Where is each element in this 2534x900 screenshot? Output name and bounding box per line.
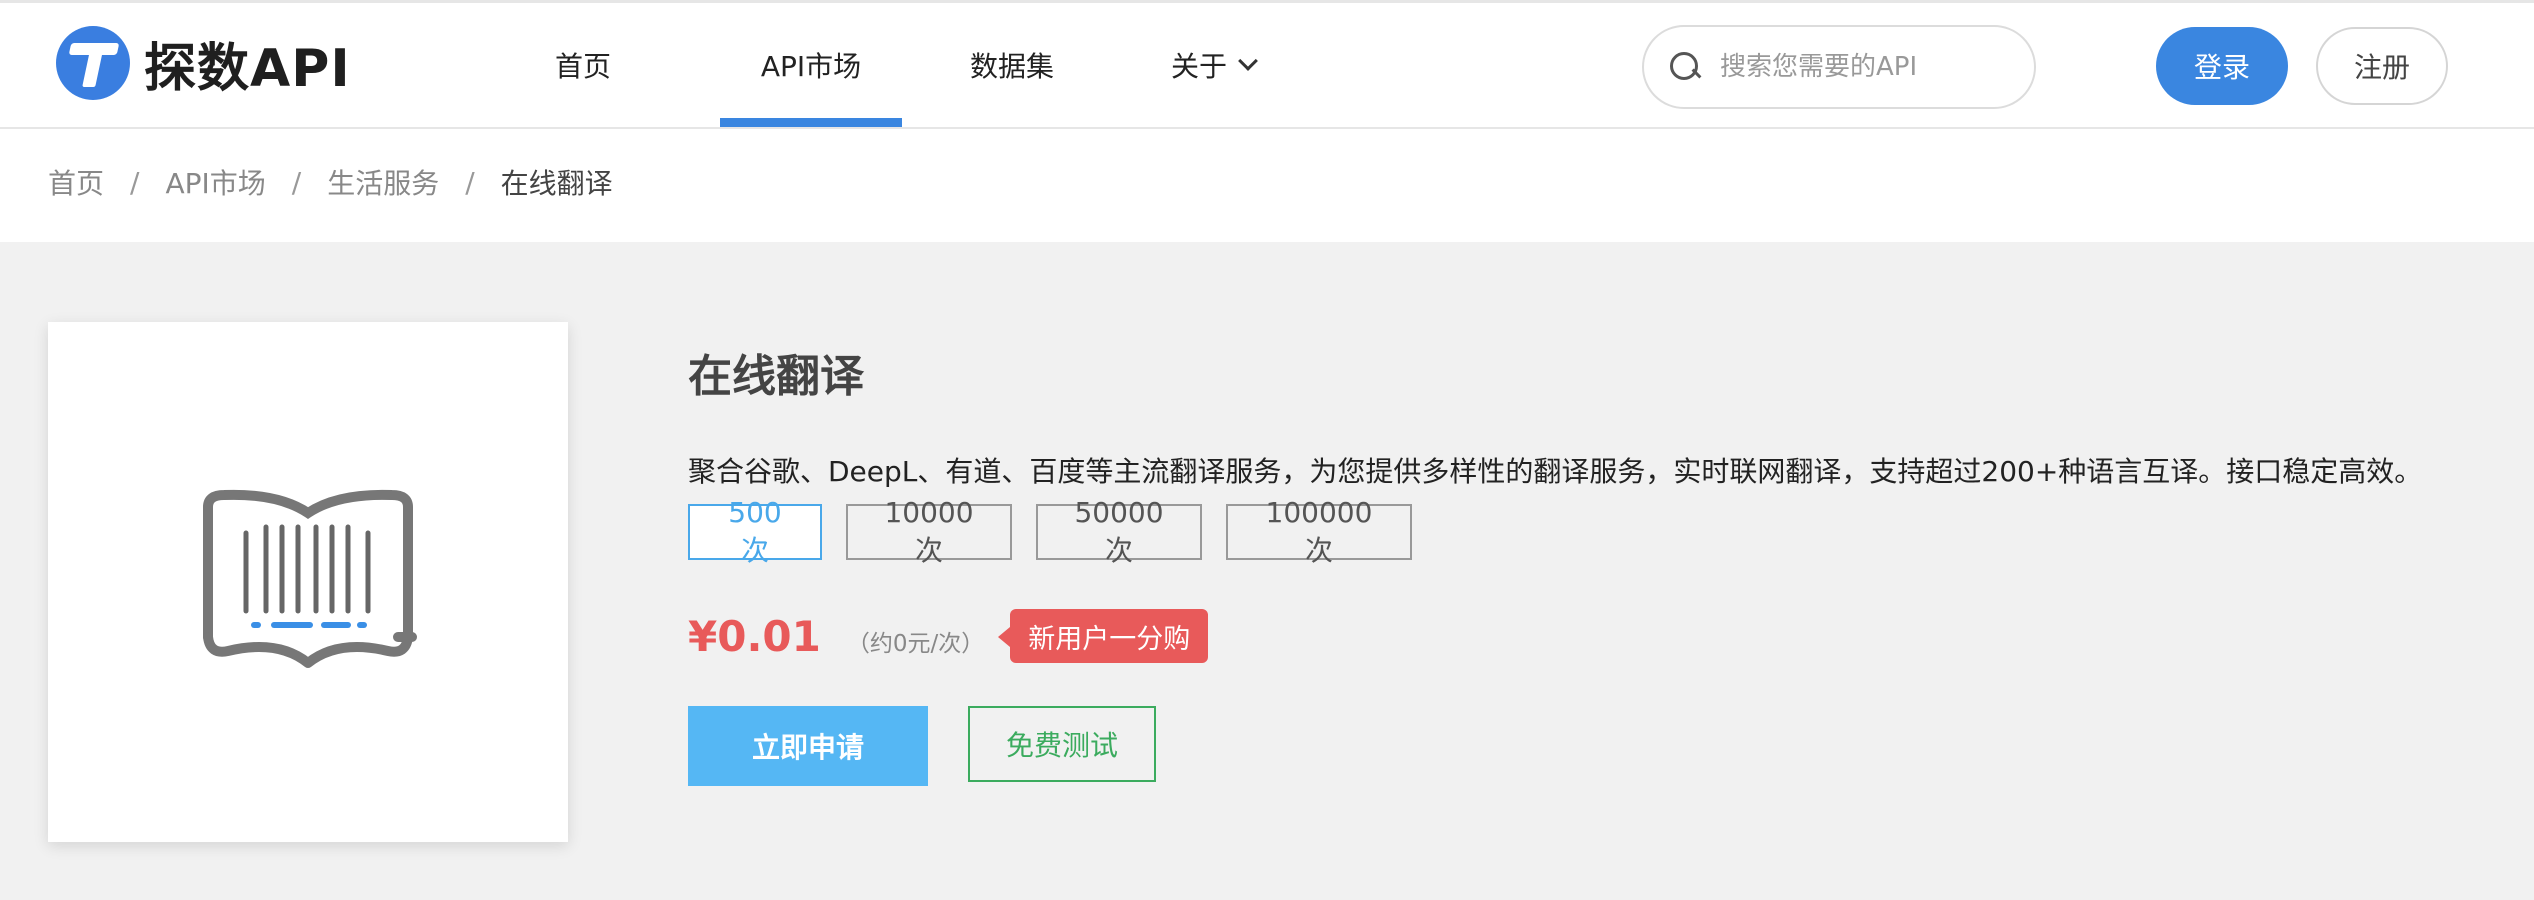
price-value: ¥0.01 [688,611,821,661]
main-nav: 首页 API市场 数据集 关于 [520,3,1288,127]
product-info: 在线翻译 聚合谷歌、DeepL、有道、百度等主流翻译服务，为您提供多样性的翻译服… [688,340,2422,786]
breadcrumb-life-services[interactable]: 生活服务 [327,162,439,202]
breadcrumb-bar: 首页 / API市场 / 生活服务 / 在线翻译 [0,129,2534,242]
package-options: 500次 10000次 50000次 100000次 [688,496,1436,567]
promo-badge: 新用户一分购 [998,609,1209,663]
unit-price: （约0元/次） [846,631,985,657]
nav-label: 数据集 [969,50,1054,83]
logo-t-icon [56,26,130,100]
package-option-50000[interactable]: 50000次 [1036,496,1202,567]
breadcrumb-separator: / [130,165,140,199]
search-box[interactable] [1642,25,2036,109]
price-row: ¥0.01 （约0元/次） 新用户一分购 [688,608,1209,664]
breadcrumb-separator: / [291,165,302,199]
search-input[interactable] [1720,52,2020,82]
top-header: 探数API 首页 API市场 数据集 关于 登录 注册 [0,0,2534,129]
nav-item-about[interactable]: 关于 [1138,3,1288,127]
nav-item-datasets[interactable]: 数据集 [936,3,1088,127]
logo-text: 探数API [144,38,351,99]
product-title: 在线翻译 [688,351,864,402]
package-option-100000[interactable]: 100000次 [1226,496,1412,567]
nav-label: 关于 [1170,50,1227,83]
nav-item-api-market[interactable]: API市场 [720,3,902,127]
apply-button[interactable]: 立即申请 [688,706,928,786]
product-image [48,322,568,842]
book-barcode-icon [203,489,417,668]
breadcrumb-home[interactable]: 首页 [48,162,104,202]
free-test-button[interactable]: 免费测试 [968,706,1156,782]
breadcrumb-separator: / [465,165,475,199]
product-description: 聚合谷歌、DeepL、有道、百度等主流翻译服务，为您提供多样性的翻译服务，实时联… [688,455,2423,488]
chevron-down-icon [1238,51,1258,71]
breadcrumb: 首页 / API市场 / 生活服务 / 在线翻译 [48,129,613,235]
nav-item-home[interactable]: 首页 [520,3,646,127]
package-option-10000[interactable]: 10000次 [846,496,1012,567]
breadcrumb-api-market[interactable]: API市场 [165,162,265,202]
package-option-500[interactable]: 500次 [688,496,822,567]
nav-label: API市场 [760,50,862,83]
nav-label: 首页 [554,50,611,83]
breadcrumb-current: 在线翻译 [500,167,613,200]
site-logo[interactable]: 探数API [56,25,351,101]
login-button[interactable]: 登录 [2156,27,2288,105]
register-button[interactable]: 注册 [2316,27,2448,105]
search-icon[interactable] [1670,52,1700,82]
